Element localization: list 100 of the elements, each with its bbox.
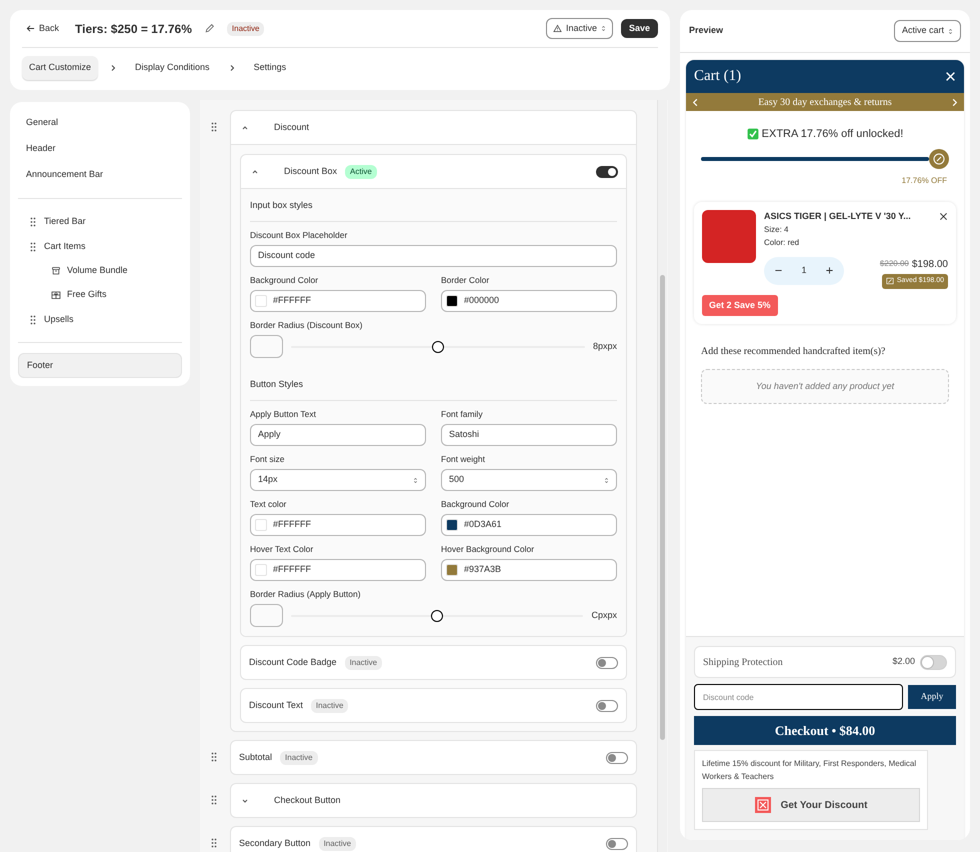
cart-state-select[interactable]: Active cart xyxy=(894,20,961,42)
color-field[interactable]: #FFFFFF xyxy=(250,290,426,312)
back-arrow-icon xyxy=(26,24,35,33)
field-label: Discount Box Placeholder xyxy=(250,229,348,241)
sidebar-item[interactable]: Header xyxy=(18,136,182,162)
save-button[interactable]: Save xyxy=(620,19,658,38)
section-title: Subtotal xyxy=(239,750,272,764)
discount-code-field[interactable]: Discount code xyxy=(694,684,903,710)
field-label: Apply Button Text xyxy=(250,408,317,420)
section-title: Discount xyxy=(274,120,310,134)
sort-arrows-icon xyxy=(604,476,609,484)
section-title: Discount Text xyxy=(249,698,303,712)
input-field[interactable] xyxy=(250,604,283,627)
color-swatch[interactable] xyxy=(446,564,458,576)
cart-title: Cart (1) xyxy=(694,67,742,86)
sidebar-item[interactable]: Free Gifts xyxy=(18,283,182,307)
close-icon[interactable] xyxy=(939,212,948,220)
scrollbar[interactable] xyxy=(657,100,667,852)
color-field[interactable]: #0D3A61 xyxy=(441,514,617,536)
slider-thumb[interactable] xyxy=(431,610,444,622)
original-price: $220.00 xyxy=(880,258,909,270)
sidebar-item[interactable]: Cart Items xyxy=(18,234,182,259)
chevron-right-icon[interactable] xyxy=(950,98,959,106)
sidebar-item[interactable]: Tiered Bar xyxy=(18,209,182,234)
field-label: Border Radius (Apply Button) xyxy=(250,588,362,600)
toggle-switch[interactable] xyxy=(606,752,628,764)
sale-price: $198.00 xyxy=(912,258,948,272)
chevron-left-icon[interactable] xyxy=(691,98,700,106)
sidebar-item[interactable]: Upsells xyxy=(18,307,182,332)
plus-icon[interactable] xyxy=(824,266,834,275)
field-label: Font family xyxy=(441,408,484,420)
toggle-switch[interactable] xyxy=(606,838,628,850)
drag-handle-icon[interactable] xyxy=(211,752,217,762)
gift-icon xyxy=(51,290,61,300)
archive-box-icon xyxy=(51,266,61,276)
status-badge: Inactive xyxy=(310,698,348,712)
sidebar-item[interactable]: General xyxy=(18,110,182,136)
offer-badge: Get 2 Save 5% xyxy=(702,294,778,316)
badge-icon xyxy=(754,797,771,813)
input-field[interactable]: Apply xyxy=(250,424,426,446)
sort-arrows-icon xyxy=(948,26,953,36)
page-title: Tiers: $250 = 17.76% xyxy=(75,20,192,38)
status-badge: Inactive xyxy=(280,750,318,764)
select-field[interactable]: 500 xyxy=(441,469,617,491)
field-label: Hover Text Color xyxy=(250,543,314,555)
drag-handle-icon[interactable] xyxy=(30,314,36,324)
slider-thumb[interactable] xyxy=(432,340,444,352)
color-field[interactable]: #FFFFFF xyxy=(250,514,426,536)
slider-value: Cpxpx xyxy=(591,608,617,622)
progress-message: EXTRA 17.76% off unlocked! xyxy=(762,127,904,142)
color-swatch[interactable] xyxy=(255,295,267,307)
color-swatch[interactable] xyxy=(446,519,458,531)
field-label: Text color xyxy=(250,498,288,510)
checkout-button[interactable]: Checkout • $84.00 xyxy=(694,716,956,745)
color-field[interactable]: #FFFFFF xyxy=(250,559,426,581)
drag-handle-icon[interactable] xyxy=(30,242,36,252)
step-tab[interactable]: Cart Customize xyxy=(22,56,98,80)
shipping-price: $2.00 xyxy=(892,655,915,668)
color-swatch[interactable] xyxy=(255,519,267,531)
apply-button[interactable]: Apply xyxy=(908,685,956,709)
select-field[interactable]: 14px xyxy=(250,469,426,491)
get-discount-button[interactable]: Get Your Discount xyxy=(702,788,920,822)
field-label: Font weight xyxy=(441,453,486,465)
input-field[interactable] xyxy=(250,335,283,358)
status-select[interactable]: Inactive xyxy=(546,18,613,39)
step-tab[interactable]: Settings xyxy=(246,56,294,80)
status-badge: Inactive xyxy=(226,22,264,36)
sort-arrows-icon xyxy=(413,476,418,484)
toggle-switch[interactable] xyxy=(596,656,618,668)
product-name: ASICS TIGER | GEL-LYTE V '30 Y... xyxy=(764,210,912,222)
section-title: Checkout Button xyxy=(274,794,341,807)
drag-handle-icon[interactable] xyxy=(30,216,36,226)
toggle-switch[interactable] xyxy=(596,700,618,712)
drag-handle-icon[interactable] xyxy=(211,838,217,848)
back-button[interactable]: Back xyxy=(22,20,64,38)
color-swatch[interactable] xyxy=(446,295,458,307)
toggle-switch[interactable] xyxy=(920,654,947,670)
slider-track[interactable] xyxy=(291,610,584,622)
slider-track[interactable] xyxy=(291,340,585,352)
empty-message: You haven't added any product yet xyxy=(756,380,894,393)
step-tab[interactable]: Display Conditions xyxy=(128,56,217,80)
sidebar-item[interactable]: Volume Bundle xyxy=(18,259,182,283)
toggle-switch[interactable] xyxy=(596,166,618,178)
sidebar-item[interactable]: Footer xyxy=(18,353,182,378)
drag-handle-icon[interactable] xyxy=(211,795,217,805)
color-swatch[interactable] xyxy=(255,564,267,576)
field-label: Background Color xyxy=(441,498,510,510)
sidebar-item[interactable]: Announcement Bar xyxy=(18,162,182,188)
color-field[interactable]: #000000 xyxy=(441,290,617,312)
upsell-heading: Add these recommended handcrafted item(s)? xyxy=(700,345,886,359)
status-badge: Inactive xyxy=(344,656,382,670)
input-field[interactable]: Satoshi xyxy=(441,424,617,446)
promo-text: Lifetime 15% discount for Military, First Responders, Medical Workers & Teachers xyxy=(702,758,918,783)
discount-tier-icon xyxy=(929,148,949,168)
section-title: Discount Code Badge xyxy=(249,656,337,669)
drag-handle-icon[interactable] xyxy=(211,122,217,132)
color-field[interactable]: #937A3B xyxy=(441,559,617,581)
pencil-icon[interactable] xyxy=(204,23,215,34)
input-field[interactable]: Discount code xyxy=(250,245,617,267)
field-label: Font size xyxy=(250,453,286,465)
